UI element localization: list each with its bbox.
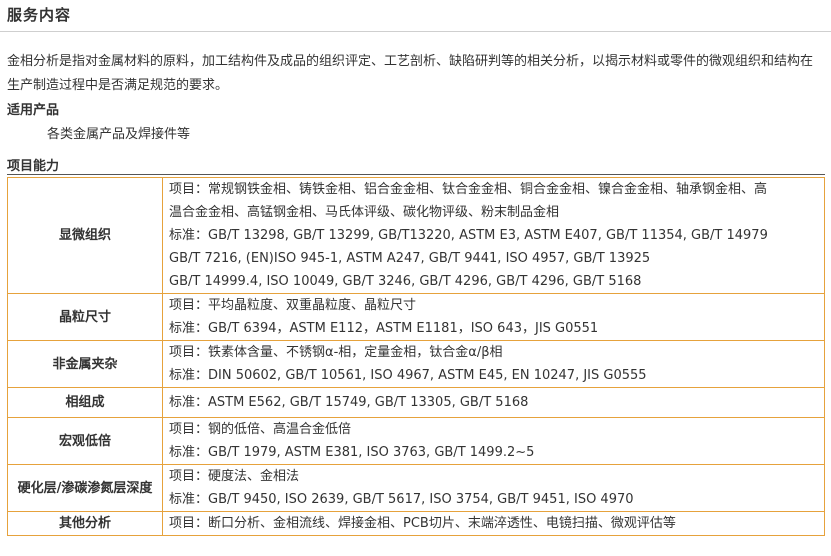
section-header: 服务内容 [0,0,831,32]
capability-divider [7,174,825,175]
capability-label: 项目能力 [7,159,60,174]
capability-table: 显微组织 项目：常规钢铁金相、铸铁金相、铝合金金相、钛合金金相、铜合金金相、镍合… [7,177,825,536]
row-detail: 项目：常规钢铁金相、铸铁金相、铝合金金相、钛合金金相、铜合金金相、镍合金金相、轴… [162,177,825,294]
detail-line: 标准：GB/T 6394，ASTM E112，ASTM E1181，ISO 64… [169,321,599,336]
detail-line: 温合金金相、高锰钢金相、马氏体评级、碳化物评级、粉末制品金相 [169,205,560,220]
row-detail: 项目：铁素体含量、不锈钢α-相，定量金相，钛合金α/β相 标准：DIN 5060… [162,340,825,388]
detail-line: 项目：钢的低倍、高温合金低倍 [169,422,352,437]
row-detail: 项目：硬度法、金相法 标准：GB/T 9450, ISO 2639, GB/T … [162,464,825,512]
row-name: 宏观低倍 [7,417,163,465]
row-detail: 项目：平均晶粒度、双重晶粒度、晶粒尺寸 标准：GB/T 6394，ASTM E1… [162,293,825,341]
detail-line: GB/T 14999.4, ISO 10049, GB/T 3246, GB/T… [169,274,642,289]
detail-line: 标准：GB/T 13298, GB/T 13299, GB/T13220, AS… [169,228,768,243]
table-row: 宏观低倍 项目：钢的低倍、高温合金低倍 标准：GB/T 1979, ASTM E… [7,417,825,465]
detail-line: GB/T 7216, (EN)ISO 945-1, ASTM A247, GB/… [169,251,651,266]
detail-line: 标准：DIN 50602, GB/T 10561, ISO 4967, ASTM… [169,368,647,383]
row-name: 相组成 [7,387,163,418]
table-row: 硬化层/渗碳渗氮层深度 项目：硬度法、金相法 标准：GB/T 9450, ISO… [7,464,825,512]
section-title: 服务内容 [7,6,72,24]
detail-line: 标准：GB/T 1979, ASTM E381, ISO 3763, GB/T … [169,445,535,460]
table-row: 显微组织 项目：常规钢铁金相、铸铁金相、铝合金金相、钛合金金相、铜合金金相、镍合… [7,177,825,294]
detail-line: 项目：断口分析、金相流线、焊接金相、PCB切片、末端淬透性、电镜扫描、微观评估等 [169,516,676,531]
row-name: 非金属夹杂 [7,340,163,388]
table-row: 晶粒尺寸 项目：平均晶粒度、双重晶粒度、晶粒尺寸 标准：GB/T 6394，AS… [7,293,825,341]
row-detail: 标准：ASTM E562, GB/T 15749, GB/T 13305, GB… [162,387,825,418]
detail-line: 项目：平均晶粒度、双重晶粒度、晶粒尺寸 [169,298,417,313]
row-detail: 项目：断口分析、金相流线、焊接金相、PCB切片、末端淬透性、电镜扫描、微观评估等 [162,511,825,536]
row-detail: 项目：钢的低倍、高温合金低倍 标准：GB/T 1979, ASTM E381, … [162,417,825,465]
table-row: 非金属夹杂 项目：铁素体含量、不锈钢α-相，定量金相，钛合金α/β相 标准：DI… [7,340,825,388]
row-name: 硬化层/渗碳渗氮层深度 [7,464,163,512]
row-name: 晶粒尺寸 [7,293,163,341]
detail-line: 项目：硬度法、金相法 [169,469,300,484]
table-row: 其他分析 项目：断口分析、金相流线、焊接金相、PCB切片、末端淬透性、电镜扫描、… [7,511,825,536]
detail-line: 标准：ASTM E562, GB/T 15749, GB/T 13305, GB… [169,395,529,410]
applicable-label: 适用产品 [7,103,60,118]
row-name: 其他分析 [7,511,163,536]
detail-line: 标准：GB/T 9450, ISO 2639, GB/T 5617, ISO 3… [169,492,634,507]
detail-line: 项目：铁素体含量、不锈钢α-相，定量金相，钛合金α/β相 [169,345,503,360]
intro-paragraph: 金相分析是指对金属材料的原料，加工结构件及成品的组织评定、工艺剖析、缺陷研判等的… [7,54,814,93]
detail-line: 项目：常规钢铁金相、铸铁金相、铝合金金相、钛合金金相、铜合金金相、镍合金金相、轴… [169,182,768,197]
row-name: 显微组织 [7,177,163,294]
applicable-text: 各类金属产品及焊接件等 [47,127,191,142]
table-row: 相组成 标准：ASTM E562, GB/T 15749, GB/T 13305… [7,387,825,418]
